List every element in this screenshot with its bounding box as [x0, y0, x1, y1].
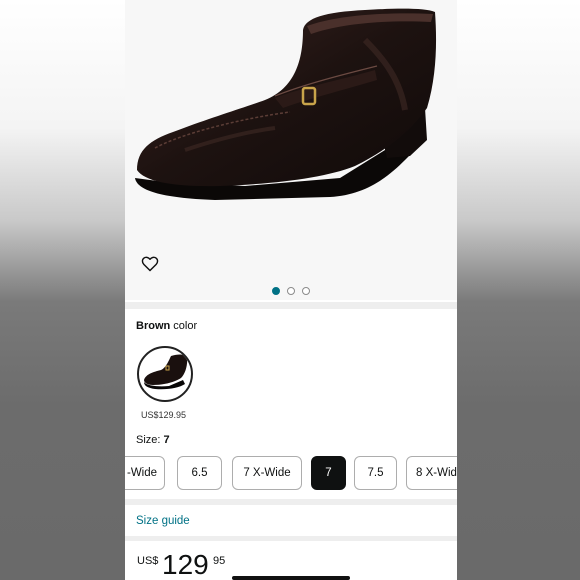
size-option-label: 7 X-Wide — [243, 467, 291, 479]
size-option-label: 7.5 — [367, 467, 384, 479]
carousel-dot-1[interactable] — [272, 287, 280, 295]
product-page: Brown color US$129.95 Size: 7 -Wide 6.5 … — [125, 0, 457, 580]
background-left — [0, 0, 125, 580]
heart-outline-icon[interactable] — [141, 256, 163, 278]
size-option-selected[interactable]: 7 — [311, 456, 346, 490]
section-divider — [125, 536, 457, 541]
home-indicator — [232, 576, 350, 580]
color-swatch[interactable] — [137, 346, 193, 402]
size-option-label: 6.5 — [191, 467, 208, 479]
price-fraction: 95 — [213, 555, 226, 567]
size-option-label: 7 — [325, 467, 332, 479]
size-option[interactable]: 7.5 — [354, 456, 397, 490]
swatch-shoe-image — [144, 354, 188, 390]
size-option-label: -Wide — [126, 467, 158, 479]
background-right — [457, 0, 580, 580]
size-option[interactable]: 7 X-Wide — [232, 456, 302, 490]
shoe-image — [135, 8, 437, 200]
size-option[interactable]: 8 X-Wid — [406, 456, 457, 490]
color-label: Brown color — [136, 320, 197, 332]
carousel-dot-3[interactable] — [302, 287, 310, 295]
color-name: Brown — [136, 320, 171, 332]
size-value: 7 — [163, 434, 170, 446]
size-option[interactable]: -Wide — [125, 456, 165, 490]
color-suffix: color — [173, 320, 198, 332]
size-option-label: 8 X-Wid — [416, 467, 457, 479]
carousel-dots — [125, 287, 457, 299]
section-divider — [125, 499, 457, 505]
size-option[interactable]: 6.5 — [177, 456, 222, 490]
size-label-text: Size: — [136, 434, 161, 446]
size-label: Size: 7 — [136, 434, 170, 446]
section-divider — [125, 302, 457, 309]
product-image[interactable] — [125, 0, 457, 300]
carousel-dot-2[interactable] — [287, 287, 295, 295]
price-currency: US$ — [137, 555, 159, 567]
size-guide-link[interactable]: Size guide — [136, 515, 190, 527]
price-whole: 129 — [162, 549, 209, 580]
swatch-price: US$129.95 — [141, 410, 187, 420]
